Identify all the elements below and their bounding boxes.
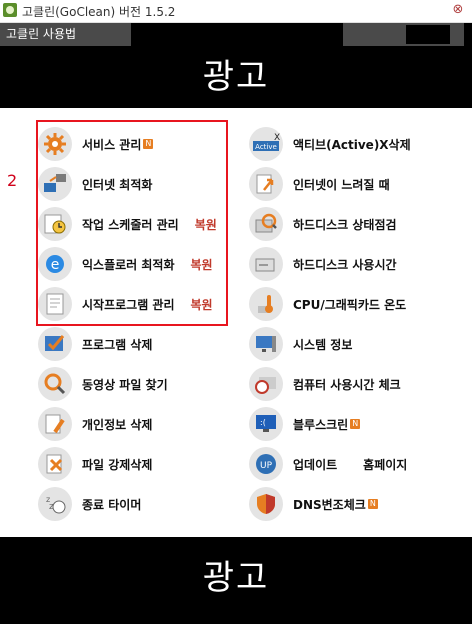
video-search-icon (38, 367, 72, 401)
left-menu-item-label: 시작프로그램 관리 (82, 297, 175, 312)
left-menu-item[interactable]: 인터넷 최적화 (38, 167, 153, 201)
homepage-link[interactable]: 홈페이지 (363, 456, 407, 473)
right-menu-item-label: 하드디스크 상태점검 (293, 217, 397, 232)
right-menu-item[interactable]: Active X 액티브(Active)X삭제 (249, 127, 411, 161)
temperature-icon (249, 287, 283, 321)
disk-check-icon (249, 207, 283, 241)
svg-text:Active: Active (255, 143, 277, 151)
window-title: 고클린(GoClean) 버전 1.5.2 (22, 5, 176, 19)
startup-icon (38, 287, 72, 321)
left-menu-item-label: 서비스 관리 (82, 137, 142, 152)
right-menu-item-label: 컴퓨터 사용시간 체크 (293, 377, 401, 392)
left-menu-item[interactable]: e 익스플로러 최적화 복원 (38, 247, 213, 281)
left-menu-item[interactable]: 프로그램 삭제 (38, 327, 153, 361)
right-menu-item-label: 블루스크린 (293, 417, 349, 432)
close-icon[interactable]: ⊗ (450, 2, 466, 18)
annotation-marker: 2 (7, 171, 18, 190)
left-menu-item[interactable]: 작업 스케줄러 관리 복원 (38, 207, 217, 241)
force-delete-icon (38, 447, 72, 481)
left-menu-item[interactable]: 동영상 파일 찾기 (38, 367, 168, 401)
right-menu-item-label: 하드디스크 사용시간 (293, 257, 397, 272)
left-menu-item[interactable]: 시작프로그램 관리 복원 (38, 287, 213, 321)
ad-banner-bottom[interactable]: 광고 (0, 537, 472, 624)
right-menu-item-label: 시스템 정보 (293, 337, 353, 352)
menu-bar: 고클린 사용법 (0, 23, 472, 46)
dns-shield-icon (249, 487, 283, 521)
right-menu-item[interactable]: 하드디스크 사용시간 (249, 247, 397, 281)
right-menu-item[interactable]: CPU/그래픽카드 온도 (249, 287, 407, 321)
update-icon: UP (249, 447, 283, 481)
new-badge: N (367, 499, 378, 509)
right-menu-item-label: 업데이트 (293, 457, 338, 472)
disk-time-icon (249, 247, 283, 281)
right-menu-item-label: 인터넷이 느려질 때 (293, 177, 390, 192)
ad-banner-top[interactable]: 광고 (0, 46, 472, 108)
svg-text:e: e (51, 257, 60, 273)
left-menu-item-label: 파일 강제삭제 (82, 457, 153, 472)
help-button[interactable]: 고클린 사용법 (0, 23, 131, 46)
left-menu-item-label: 익스플로러 최적화 (82, 257, 175, 272)
new-badge: N (350, 419, 361, 429)
gear-icon (38, 127, 72, 161)
svg-text::(: :( (260, 418, 266, 427)
left-menu-item-label: 종료 타이머 (82, 497, 142, 512)
network-icon (38, 167, 72, 201)
app-icon (3, 3, 17, 17)
privacy-icon (38, 407, 72, 441)
scheduler-icon (38, 207, 72, 241)
uninstall-icon (38, 327, 72, 361)
new-badge: N (143, 139, 154, 149)
menu-right-button[interactable] (406, 25, 450, 44)
right-menu-item[interactable]: 인터넷이 느려질 때 (249, 167, 390, 201)
svg-text:X: X (274, 133, 280, 143)
right-menu-item[interactable]: 컴퓨터 사용시간 체크 (249, 367, 401, 401)
title-bar: 고클린(GoClean) 버전 1.5.2 ⊗ (0, 0, 472, 23)
left-menu-item-label: 인터넷 최적화 (82, 177, 153, 192)
left-menu-item[interactable]: z z 종료 타이머 (38, 487, 142, 521)
right-menu-item[interactable]: 시스템 정보 (249, 327, 353, 361)
right-menu-item-label: DNS변조체크 (293, 497, 366, 512)
menu-right-area (343, 23, 464, 46)
right-menu-item[interactable]: :( 블루스크린 N (249, 407, 361, 441)
pc-time-icon (249, 367, 283, 401)
restore-button[interactable]: 복원 (195, 216, 217, 233)
left-menu-item-label: 개인정보 삭제 (82, 417, 153, 432)
left-menu-item-label: 작업 스케줄러 관리 (82, 217, 179, 232)
left-menu-item-label: 동영상 파일 찾기 (82, 377, 168, 392)
right-menu-item[interactable]: DNS변조체크 N (249, 487, 378, 521)
right-menu-item-label: CPU/그래픽카드 온도 (293, 297, 407, 312)
left-menu-item-label: 프로그램 삭제 (82, 337, 153, 352)
activex-icon: Active X (249, 127, 283, 161)
right-menu-item[interactable]: 하드디스크 상태점검 (249, 207, 397, 241)
restore-button[interactable]: 복원 (191, 296, 213, 313)
slow-internet-icon (249, 167, 283, 201)
svg-text:UP: UP (260, 461, 273, 471)
bluescreen-icon: :( (249, 407, 283, 441)
left-menu-item[interactable]: 서비스 관리 N (38, 127, 154, 161)
restore-button[interactable]: 복원 (191, 256, 213, 273)
ie-icon: e (38, 247, 72, 281)
sleep-timer-icon: zz (38, 487, 72, 521)
system-info-icon (249, 327, 283, 361)
left-menu-item[interactable]: 개인정보 삭제 (38, 407, 153, 441)
left-menu-item[interactable]: 파일 강제삭제 (38, 447, 153, 481)
right-menu-item[interactable]: UP 업데이트 홈페이지 (249, 447, 407, 481)
right-menu-item-label: 액티브(Active)X삭제 (293, 137, 411, 152)
